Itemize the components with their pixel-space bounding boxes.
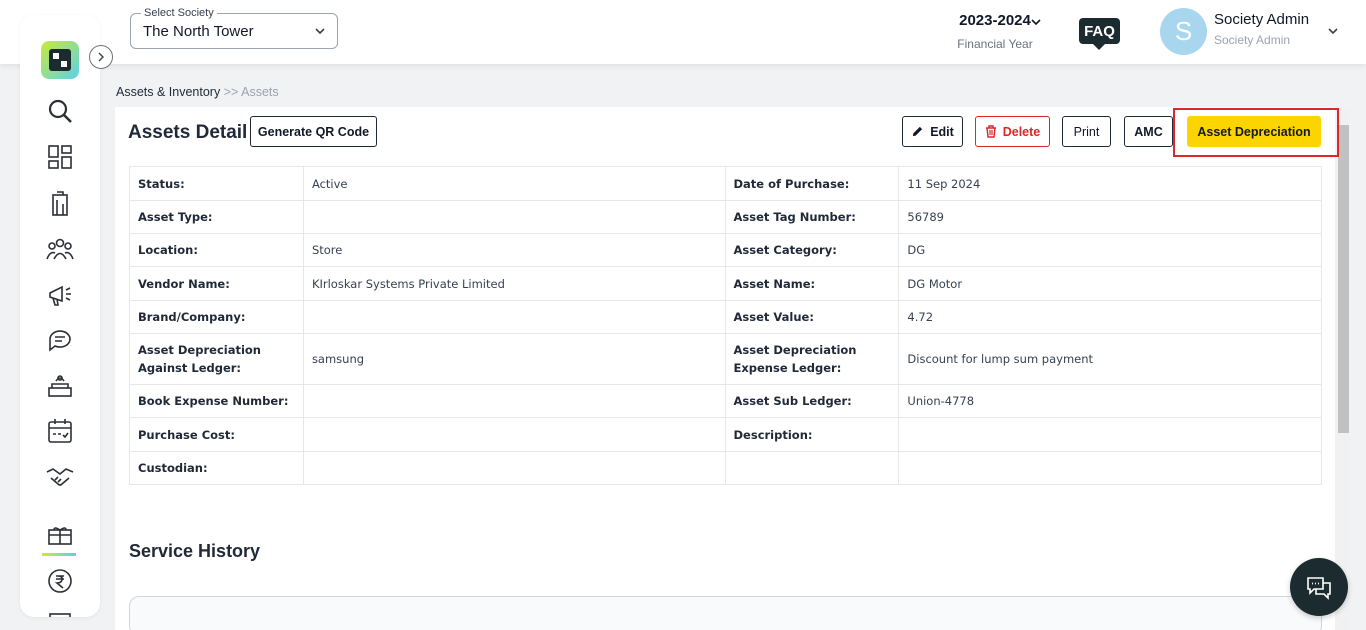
detail-label: Description:	[724, 417, 900, 452]
detail-value	[302, 300, 726, 334]
rupee-icon[interactable]	[45, 566, 75, 596]
service-history-panel	[129, 596, 1322, 630]
detail-label: Purchase Cost:	[129, 417, 304, 452]
chat-support-button[interactable]	[1290, 558, 1348, 616]
announcement-icon[interactable]	[45, 280, 75, 310]
print-label: Print	[1073, 124, 1100, 139]
facility-icon[interactable]	[45, 371, 75, 401]
detail-label: Asset Name:	[724, 266, 900, 301]
members-icon[interactable]	[45, 234, 75, 264]
detail-value: Discount for lump sum payment	[898, 333, 1322, 385]
chevron-down-icon	[1030, 15, 1042, 33]
table-row: Purchase Cost: Description:	[129, 417, 1322, 452]
breadcrumb-current: Assets	[241, 85, 279, 99]
detail-label: Status:	[129, 166, 304, 201]
detail-value: DG	[898, 233, 1322, 267]
society-select-label: Select Society	[141, 7, 217, 19]
edit-button[interactable]: Edit	[902, 116, 963, 147]
search-icon[interactable]	[45, 96, 75, 126]
service-history-title: Service History	[129, 541, 261, 561]
delete-label: Delete	[1002, 124, 1041, 139]
calendar-icon[interactable]	[45, 416, 75, 446]
detail-label	[724, 451, 900, 485]
detail-label: Custodian:	[129, 451, 304, 485]
detail-label: Asset Depreciation Against Ledger:	[129, 333, 304, 385]
breadcrumb: Assets & Inventory >> Assets	[116, 85, 279, 99]
detail-value: Store	[302, 233, 726, 267]
user-menu-chevron-icon[interactable]	[1326, 24, 1340, 43]
detail-label: Asset Depreciation Expense Ledger:	[724, 333, 900, 385]
detail-value: Active	[302, 166, 726, 201]
table-row: Custodian:	[129, 451, 1322, 485]
table-row: Book Expense Number: Asset Sub Ledger: U…	[129, 384, 1322, 418]
detail-value	[302, 200, 726, 234]
checkbox-icon[interactable]	[45, 609, 75, 617]
society-select[interactable]: Select Society The North Tower	[130, 7, 338, 49]
table-row: Status: Active Date of Purchase: 11 Sep …	[129, 166, 1322, 201]
chevron-down-icon	[313, 24, 327, 43]
avatar[interactable]: S	[1160, 8, 1207, 55]
chat-bubbles-icon	[1307, 577, 1331, 600]
detail-label: Asset Value:	[724, 300, 900, 334]
detail-value	[898, 417, 1322, 452]
financial-year-label: Financial Year	[957, 37, 1033, 51]
generate-qr-code-label: Generate QR Code	[257, 124, 370, 139]
table-row: Location: Store Asset Category: DG	[129, 233, 1322, 267]
sidebar-toggle-button[interactable]	[89, 45, 113, 69]
financial-year-selector[interactable]: 2023-2024 Financial Year	[940, 12, 1050, 51]
sidebar	[20, 15, 100, 617]
building-icon[interactable]	[45, 189, 75, 219]
detail-value: 4.72	[898, 300, 1322, 334]
table-row: Brand/Company: Asset Value: 4.72	[129, 300, 1322, 334]
edit-label: Edit	[930, 124, 954, 139]
detail-value	[302, 417, 726, 452]
detail-label: Location:	[129, 233, 304, 267]
faq-button[interactable]: FAQ	[1079, 18, 1120, 50]
highlight-box	[1173, 108, 1339, 157]
detail-value: samsung	[302, 333, 726, 385]
trash-icon	[985, 125, 996, 138]
detail-label: Asset Type:	[129, 200, 304, 234]
detail-label: Date of Purchase:	[724, 166, 900, 201]
society-select-value: The North Tower	[143, 23, 254, 40]
scrollbar-thumb[interactable]	[1338, 125, 1349, 433]
detail-label: Vendor Name:	[129, 266, 304, 301]
chevron-right-icon	[98, 52, 104, 62]
detail-value: Union-4778	[898, 384, 1322, 418]
detail-value: DG Motor	[898, 266, 1322, 301]
amc-button[interactable]: AMC	[1124, 116, 1173, 147]
table-row: Asset Depreciation Against Ledger: samsu…	[129, 333, 1322, 385]
dashboard-icon[interactable]	[45, 142, 75, 172]
detail-value	[302, 451, 726, 485]
user-role: Society Admin	[1214, 33, 1291, 47]
pencil-icon	[913, 126, 923, 137]
detail-label: Asset Category:	[724, 233, 900, 267]
app-logo[interactable]	[41, 41, 79, 79]
handshake-icon[interactable]	[45, 461, 75, 491]
top-header: Select Society The North Tower 2023-2024…	[0, 0, 1366, 64]
assets-icon[interactable]	[45, 520, 75, 550]
breadcrumb-separator: >>	[223, 85, 239, 99]
detail-label: Asset Tag Number:	[724, 200, 900, 234]
active-indicator	[42, 553, 76, 556]
print-button[interactable]: Print	[1062, 116, 1111, 147]
detail-value: 56789	[898, 200, 1322, 234]
detail-value	[898, 451, 1322, 485]
user-name: Society Admin	[1214, 11, 1310, 28]
table-row: Vendor Name: KIrloskar Systems Private L…	[129, 266, 1322, 301]
detail-label: Asset Sub Ledger:	[724, 384, 900, 418]
detail-value	[302, 384, 726, 418]
generate-qr-code-button[interactable]: Generate QR Code	[250, 116, 377, 147]
asset-details-table: Status: Active Date of Purchase: 11 Sep …	[129, 166, 1322, 485]
detail-label: Book Expense Number:	[129, 384, 304, 418]
detail-value: KIrloskar Systems Private Limited	[302, 266, 726, 301]
chat-icon[interactable]	[45, 325, 75, 355]
table-row: Asset Type: Asset Tag Number: 56789	[129, 200, 1322, 234]
breadcrumb-parent-link[interactable]: Assets & Inventory	[116, 85, 220, 99]
detail-value: 11 Sep 2024	[898, 166, 1322, 201]
delete-button[interactable]: Delete	[975, 116, 1050, 147]
detail-label: Brand/Company:	[129, 300, 304, 334]
amc-label: AMC	[1134, 124, 1163, 139]
page-title: Assets Detail	[128, 122, 248, 143]
